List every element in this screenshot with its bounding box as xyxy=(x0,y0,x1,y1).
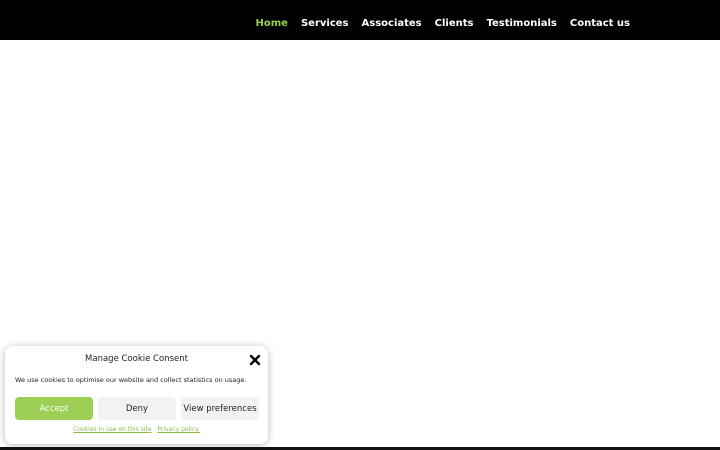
nav-item-clients: Clients xyxy=(435,11,474,30)
cookie-banner-title: Manage Cookie Consent xyxy=(85,354,188,364)
nav-link-clients[interactable]: Clients xyxy=(435,18,474,29)
view-preferences-button[interactable]: View preferences xyxy=(181,397,259,420)
page: Home Services Associates Clients Testimo… xyxy=(0,0,720,450)
nav-item-contact: Contact us xyxy=(570,11,630,30)
main-nav: Home Services Associates Clients Testimo… xyxy=(256,0,630,40)
accept-cookies-button[interactable]: Accept xyxy=(15,397,93,420)
cookie-banner-message: We use cookies to optimise our website a… xyxy=(15,376,247,384)
nav-link-home[interactable]: Home xyxy=(256,18,288,29)
nav-item-services: Services xyxy=(301,11,349,30)
cookie-close-button[interactable] xyxy=(248,353,262,367)
deny-cookies-button[interactable]: Deny xyxy=(98,397,176,420)
nav-link-services[interactable]: Services xyxy=(301,18,349,29)
nav-link-associates[interactable]: Associates xyxy=(362,18,422,29)
nav-link-testimonials[interactable]: Testimonials xyxy=(486,18,556,29)
cookie-banner-links: Cookies in use on this site Privacy poli… xyxy=(5,426,268,433)
nav-link-contact-us[interactable]: Contact us xyxy=(570,18,630,29)
nav-item-testimonials: Testimonials xyxy=(486,11,556,30)
close-icon xyxy=(249,354,261,366)
top-navigation-bar: Home Services Associates Clients Testimo… xyxy=(0,0,720,40)
nav-item-associates: Associates xyxy=(362,11,422,30)
cookie-consent-banner: Manage Cookie Consent We use cookies to … xyxy=(5,346,268,444)
nav-item-home: Home xyxy=(256,11,288,30)
privacy-policy-link[interactable]: Privacy policy. xyxy=(157,426,199,433)
cookies-in-use-link[interactable]: Cookies in use on this site xyxy=(73,426,151,433)
